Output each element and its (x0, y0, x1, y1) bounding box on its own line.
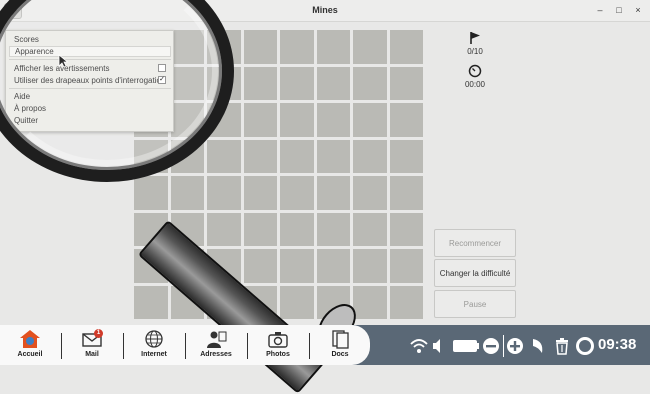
board-cell[interactable] (389, 139, 423, 173)
dock-label: Adresses (200, 351, 232, 358)
globe-icon (145, 330, 163, 348)
board-cell[interactable] (280, 66, 314, 100)
board-cell[interactable] (243, 176, 277, 210)
dock-item-contacts[interactable]: Adresses (191, 329, 241, 363)
board-cell[interactable] (207, 139, 241, 173)
board-cell[interactable] (353, 249, 387, 283)
home-icon (20, 330, 40, 348)
board-cell[interactable] (316, 139, 350, 173)
flags-counter: 0/10 (467, 47, 483, 56)
board-cell[interactable] (389, 66, 423, 100)
minimize-button[interactable]: – (595, 5, 605, 15)
board-cell[interactable] (280, 139, 314, 173)
board-cell[interactable] (243, 66, 277, 100)
board-cell[interactable] (316, 103, 350, 137)
board-cell[interactable] (243, 139, 277, 173)
dock-separator (185, 333, 186, 359)
taskbar: Accueil 1 Mail Internet Adresses Photos … (0, 325, 650, 365)
board-cell[interactable] (389, 30, 423, 64)
board-cell[interactable] (389, 176, 423, 210)
flag-icon (470, 32, 480, 44)
board-cell[interactable] (134, 176, 168, 210)
board-cell[interactable] (316, 212, 350, 246)
cursor-settings-icon[interactable] (530, 337, 546, 355)
maximize-button[interactable]: □ (614, 5, 624, 15)
board-cell[interactable] (243, 212, 277, 246)
dock-label: Accueil (17, 351, 43, 358)
board-cell[interactable] (280, 30, 314, 64)
mail-badge: 1 (94, 329, 103, 338)
clock: 09:38 (598, 336, 637, 353)
board-cell[interactable] (353, 30, 387, 64)
dock-item-docs[interactable]: Docs (315, 329, 365, 363)
board-cell[interactable] (353, 103, 387, 137)
restart-button[interactable]: Recommencer (434, 229, 516, 257)
tray-separator (503, 335, 504, 357)
dock-label: Mail (85, 351, 99, 358)
board-cell[interactable] (243, 103, 277, 137)
pause-button[interactable]: Pause (434, 290, 516, 318)
contacts-icon (207, 331, 227, 348)
board-cell[interactable] (280, 176, 314, 210)
close-button[interactable]: × (633, 5, 643, 15)
help-lifebuoy-icon[interactable] (576, 337, 594, 355)
board-cell[interactable] (316, 66, 350, 100)
board-cell[interactable] (389, 103, 423, 137)
dock-item-internet[interactable]: Internet (129, 329, 179, 363)
dock-separator (123, 333, 124, 359)
dock-separator (247, 333, 248, 359)
board-cell[interactable] (134, 285, 168, 319)
battery-icon (453, 340, 479, 352)
board-cell[interactable] (280, 103, 314, 137)
board-cell[interactable] (316, 249, 350, 283)
board-cell[interactable] (243, 249, 277, 283)
board-cell[interactable] (170, 176, 204, 210)
zoom-in-icon[interactable] (506, 337, 524, 355)
zoom-out-icon[interactable] (482, 337, 500, 355)
board-cell[interactable] (389, 212, 423, 246)
board-cell[interactable] (280, 212, 314, 246)
board-cell[interactable] (316, 176, 350, 210)
board-cell[interactable] (280, 285, 314, 319)
board-cell[interactable] (353, 139, 387, 173)
wifi-icon[interactable] (409, 337, 429, 355)
app-dock: Accueil 1 Mail Internet Adresses Photos … (0, 325, 370, 365)
board-cell[interactable] (316, 30, 350, 64)
board-cell[interactable] (353, 176, 387, 210)
volume-icon[interactable] (432, 337, 446, 355)
dock-item-photos[interactable]: Photos (253, 329, 303, 363)
dock-label: Photos (266, 351, 290, 358)
board-cell[interactable] (207, 212, 241, 246)
board-cell[interactable] (389, 249, 423, 283)
dock-separator (309, 333, 310, 359)
dock-item-mail[interactable]: 1 Mail (67, 329, 117, 363)
board-cell[interactable] (353, 212, 387, 246)
board-cell[interactable] (353, 285, 387, 319)
board-cell[interactable] (389, 285, 423, 319)
board-cell[interactable] (207, 176, 241, 210)
camera-icon (268, 332, 288, 348)
dock-label: Docs (331, 351, 349, 358)
board-cell[interactable] (243, 30, 277, 64)
dock-item-home[interactable]: Accueil (5, 329, 55, 363)
board-cell[interactable] (353, 66, 387, 100)
timer: 00:00 (464, 80, 486, 89)
clock-icon (468, 64, 482, 78)
dock-label: Internet (141, 351, 167, 358)
docs-icon (332, 330, 349, 349)
trash-icon[interactable] (554, 337, 570, 355)
dock-separator (61, 333, 62, 359)
change-difficulty-button[interactable]: Changer la difficulté (434, 259, 516, 287)
board-cell[interactable] (280, 249, 314, 283)
